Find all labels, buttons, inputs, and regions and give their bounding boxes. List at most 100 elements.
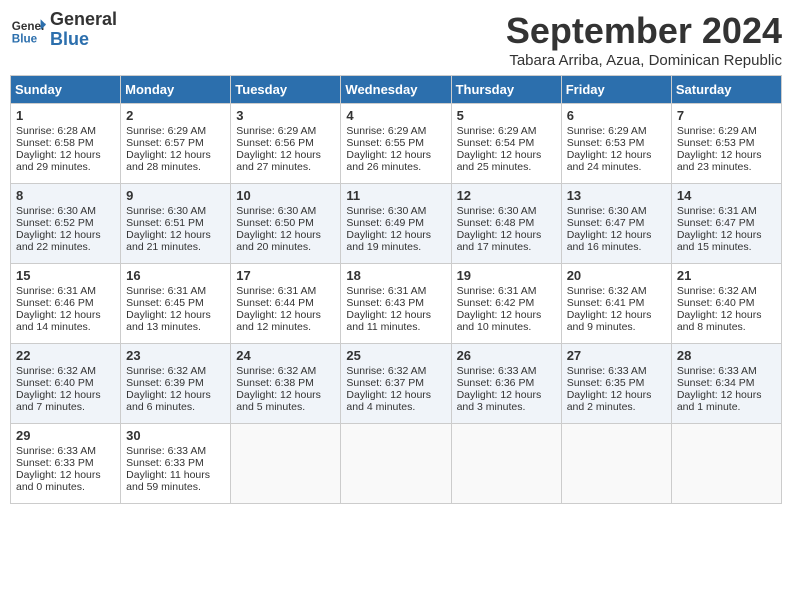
day-number: 26	[457, 348, 556, 363]
day-number: 18	[346, 268, 445, 283]
daylight-text: Daylight: 12 hours and 1 minute.	[677, 389, 776, 413]
sunrise-text: Sunrise: 6:29 AM	[457, 125, 556, 137]
calendar-cell: 14Sunrise: 6:31 AMSunset: 6:47 PMDayligh…	[671, 184, 781, 264]
calendar-cell: 10Sunrise: 6:30 AMSunset: 6:50 PMDayligh…	[231, 184, 341, 264]
sunrise-text: Sunrise: 6:30 AM	[346, 205, 445, 217]
calendar-cell: 12Sunrise: 6:30 AMSunset: 6:48 PMDayligh…	[451, 184, 561, 264]
day-number: 17	[236, 268, 335, 283]
calendar-cell: 26Sunrise: 6:33 AMSunset: 6:36 PMDayligh…	[451, 344, 561, 424]
calendar-cell: 17Sunrise: 6:31 AMSunset: 6:44 PMDayligh…	[231, 264, 341, 344]
sunrise-text: Sunrise: 6:33 AM	[567, 365, 666, 377]
calendar-cell: 16Sunrise: 6:31 AMSunset: 6:45 PMDayligh…	[121, 264, 231, 344]
daylight-text: Daylight: 12 hours and 11 minutes.	[346, 309, 445, 333]
sunrise-text: Sunrise: 6:33 AM	[457, 365, 556, 377]
day-number: 8	[16, 188, 115, 203]
sunrise-text: Sunrise: 6:31 AM	[457, 285, 556, 297]
day-number: 24	[236, 348, 335, 363]
daylight-text: Daylight: 12 hours and 13 minutes.	[126, 309, 225, 333]
calendar-cell: 7Sunrise: 6:29 AMSunset: 6:53 PMDaylight…	[671, 104, 781, 184]
calendar-cell: 3Sunrise: 6:29 AMSunset: 6:56 PMDaylight…	[231, 104, 341, 184]
sunrise-text: Sunrise: 6:29 AM	[236, 125, 335, 137]
day-number: 9	[126, 188, 225, 203]
calendar-cell: 25Sunrise: 6:32 AMSunset: 6:37 PMDayligh…	[341, 344, 451, 424]
calendar-cell: 29Sunrise: 6:33 AMSunset: 6:33 PMDayligh…	[11, 424, 121, 504]
sunrise-text: Sunrise: 6:29 AM	[126, 125, 225, 137]
calendar-cell: 21Sunrise: 6:32 AMSunset: 6:40 PMDayligh…	[671, 264, 781, 344]
calendar-cell: 19Sunrise: 6:31 AMSunset: 6:42 PMDayligh…	[451, 264, 561, 344]
day-number: 23	[126, 348, 225, 363]
calendar-cell: 15Sunrise: 6:31 AMSunset: 6:46 PMDayligh…	[11, 264, 121, 344]
calendar-table: SundayMondayTuesdayWednesdayThursdayFrid…	[10, 75, 782, 504]
sunrise-text: Sunrise: 6:29 AM	[567, 125, 666, 137]
sunrise-text: Sunrise: 6:32 AM	[346, 365, 445, 377]
day-number: 11	[346, 188, 445, 203]
day-number: 16	[126, 268, 225, 283]
day-number: 3	[236, 108, 335, 123]
daylight-text: Daylight: 12 hours and 6 minutes.	[126, 389, 225, 413]
sunset-text: Sunset: 6:49 PM	[346, 217, 445, 229]
sunset-text: Sunset: 6:58 PM	[16, 137, 115, 149]
day-number: 29	[16, 428, 115, 443]
daylight-text: Daylight: 12 hours and 8 minutes.	[677, 309, 776, 333]
day-number: 5	[457, 108, 556, 123]
sunset-text: Sunset: 6:54 PM	[457, 137, 556, 149]
col-header-friday: Friday	[561, 76, 671, 104]
sunset-text: Sunset: 6:50 PM	[236, 217, 335, 229]
week-row-5: 29 Sunrise: 6:33 AMSunset: 6:33 PM Dayligh…	[11, 424, 782, 504]
sunrise-text: Sunrise: 6:30 AM	[236, 205, 335, 217]
sunset-text: Sunset: 6:40 PM	[677, 297, 776, 309]
calendar-cell: 4Sunrise: 6:29 AMSunset: 6:55 PMDaylight…	[341, 104, 451, 184]
sunset-text: Sunset: 6:47 PM	[567, 217, 666, 229]
week-row-3: 15Sunrise: 6:31 AMSunset: 6:46 PMDayligh…	[11, 264, 782, 344]
sunset-text: Sunset: 6:56 PM	[236, 137, 335, 149]
calendar-cell: 18Sunrise: 6:31 AMSunset: 6:43 PMDayligh…	[341, 264, 451, 344]
calendar-cell	[341, 424, 451, 504]
daylight-text: Daylight: 12 hours and 19 minutes.	[346, 229, 445, 253]
day-number: 27	[567, 348, 666, 363]
daylight-text: Daylight: 12 hours and 29 minutes.	[16, 149, 115, 173]
daylight-text: Daylight: 12 hours and 20 minutes.	[236, 229, 335, 253]
calendar-cell: 5Sunrise: 6:29 AMSunset: 6:54 PMDaylight…	[451, 104, 561, 184]
day-number: 30	[126, 428, 225, 443]
sunset-text: Sunset: 6:35 PM	[567, 377, 666, 389]
week-row-2: 8Sunrise: 6:30 AMSunset: 6:52 PMDaylight…	[11, 184, 782, 264]
calendar-cell: 6Sunrise: 6:29 AMSunset: 6:53 PMDaylight…	[561, 104, 671, 184]
day-number: 28	[677, 348, 776, 363]
col-header-wednesday: Wednesday	[341, 76, 451, 104]
calendar-cell: 24Sunrise: 6:32 AMSunset: 6:38 PMDayligh…	[231, 344, 341, 424]
sunset-text: Sunset: 6:36 PM	[457, 377, 556, 389]
daylight-text: Daylight: 12 hours and 17 minutes.	[457, 229, 556, 253]
sunrise-text: Sunrise: 6:30 AM	[16, 205, 115, 217]
col-header-tuesday: Tuesday	[231, 76, 341, 104]
daylight-text: Daylight: 12 hours and 0 minutes.	[16, 469, 115, 493]
sunrise-text: Sunrise: 6:31 AM	[346, 285, 445, 297]
logo-text: General Blue	[50, 10, 117, 50]
day-number: 7	[677, 108, 776, 123]
daylight-text: Daylight: 12 hours and 15 minutes.	[677, 229, 776, 253]
day-number: 13	[567, 188, 666, 203]
calendar-cell: 22Sunrise: 6:32 AMSunset: 6:40 PMDayligh…	[11, 344, 121, 424]
sunset-text: Sunset: 6:33 PM	[126, 457, 225, 469]
col-header-sunday: Sunday	[11, 76, 121, 104]
sunset-text: Sunset: 6:51 PM	[126, 217, 225, 229]
week-row-1: 1Sunrise: 6:28 AMSunset: 6:58 PMDaylight…	[11, 104, 782, 184]
daylight-text: Daylight: 12 hours and 23 minutes.	[677, 149, 776, 173]
sunrise-text: Sunrise: 6:33 AM	[126, 445, 225, 457]
daylight-text: Daylight: 12 hours and 5 minutes.	[236, 389, 335, 413]
sunset-text: Sunset: 6:34 PM	[677, 377, 776, 389]
sunrise-text: Sunrise: 6:32 AM	[126, 365, 225, 377]
sunrise-text: Sunrise: 6:30 AM	[567, 205, 666, 217]
calendar-cell: 28Sunrise: 6:33 AMSunset: 6:34 PMDayligh…	[671, 344, 781, 424]
daylight-text: Daylight: 12 hours and 26 minutes.	[346, 149, 445, 173]
daylight-text: Daylight: 12 hours and 2 minutes.	[567, 389, 666, 413]
logo-icon: General Blue	[10, 12, 46, 48]
sunset-text: Sunset: 6:45 PM	[126, 297, 225, 309]
sunset-text: Sunset: 6:48 PM	[457, 217, 556, 229]
calendar-cell: 2Sunrise: 6:29 AMSunset: 6:57 PMDaylight…	[121, 104, 231, 184]
sunset-text: Sunset: 6:46 PM	[16, 297, 115, 309]
col-header-thursday: Thursday	[451, 76, 561, 104]
calendar-cell: 23 Sunrise: 6:32 AMSunset: 6:39 PMDayligh…	[121, 344, 231, 424]
week-row-4: 22Sunrise: 6:32 AMSunset: 6:40 PMDayligh…	[11, 344, 782, 424]
sunrise-text: Sunrise: 6:31 AM	[236, 285, 335, 297]
sunset-text: Sunset: 6:39 PM	[126, 377, 225, 389]
